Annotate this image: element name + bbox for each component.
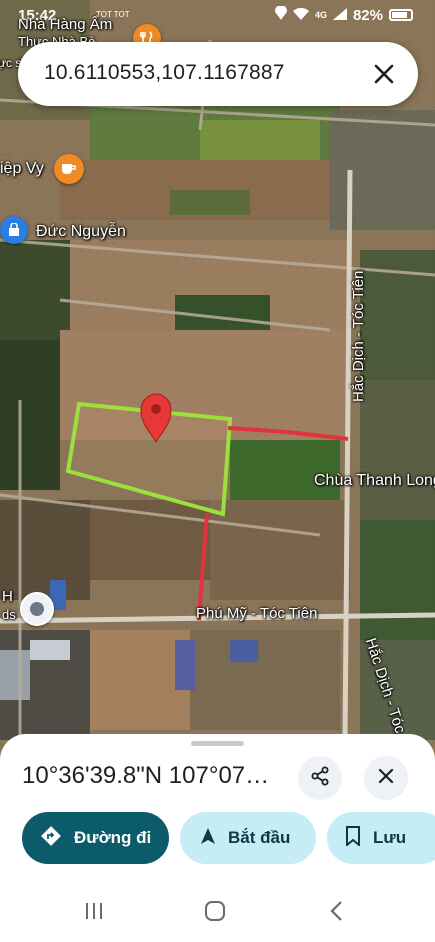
signal-icon [332, 7, 347, 24]
battery-percent: 82% [352, 6, 383, 24]
status-right: 4G 82% [274, 5, 413, 24]
start-button[interactable]: Bắt đầu [180, 812, 316, 864]
close-sheet-button[interactable] [364, 756, 408, 800]
save-button[interactable]: Lưu [327, 812, 435, 864]
battery-icon [389, 9, 413, 21]
system-nav-bar [0, 880, 435, 942]
start-label: Bắt đầu [228, 828, 291, 847]
share-button[interactable] [298, 756, 342, 800]
road-label-hac-dich-top: Hắc Dịch - Tóc Tiên [350, 270, 367, 402]
close-icon [377, 767, 395, 790]
home-button[interactable] [200, 898, 230, 924]
shopping-bag-icon[interactable] [0, 216, 28, 244]
back-button[interactable] [322, 898, 352, 924]
bookmark-icon [345, 825, 361, 851]
location-status-icon [274, 5, 287, 24]
road-label-phu-my: Phú Mỹ - Tóc Tiên [196, 605, 318, 622]
sheet-drag-handle[interactable] [191, 741, 244, 746]
close-icon[interactable] [368, 58, 400, 90]
map-label-cafe[interactable]: iệp Vy [0, 160, 44, 178]
map-label-shop[interactable]: Đức Nguyễn [36, 223, 126, 241]
place-marker-icon[interactable] [20, 592, 54, 626]
directions-icon [40, 825, 62, 852]
search-query-text[interactable]: 10.6110553,107.1167887 [44, 61, 285, 85]
directions-button[interactable]: Đường đi [22, 812, 169, 864]
map-label-left-poi: H [2, 588, 13, 605]
wifi-icon [292, 7, 309, 24]
recent-apps-button[interactable] [79, 898, 109, 924]
map-label-left-poi-line2: ds [2, 607, 16, 622]
coffee-icon[interactable] [54, 154, 84, 184]
place-coordinates-title: 10°36'39.8"N 107°07… [22, 762, 270, 789]
save-label: Lưu [373, 828, 407, 847]
search-bar[interactable]: 10.6110553,107.1167887 [18, 42, 418, 106]
map-label-pagoda[interactable]: Chùa Thanh Long [314, 472, 435, 490]
network-type: 4G [314, 10, 327, 20]
navigation-arrow-icon [200, 827, 216, 850]
map-label-restaurant[interactable]: Nhà Hàng Ẩm [18, 16, 112, 33]
directions-label: Đường đi [74, 828, 152, 847]
share-icon [310, 766, 330, 791]
